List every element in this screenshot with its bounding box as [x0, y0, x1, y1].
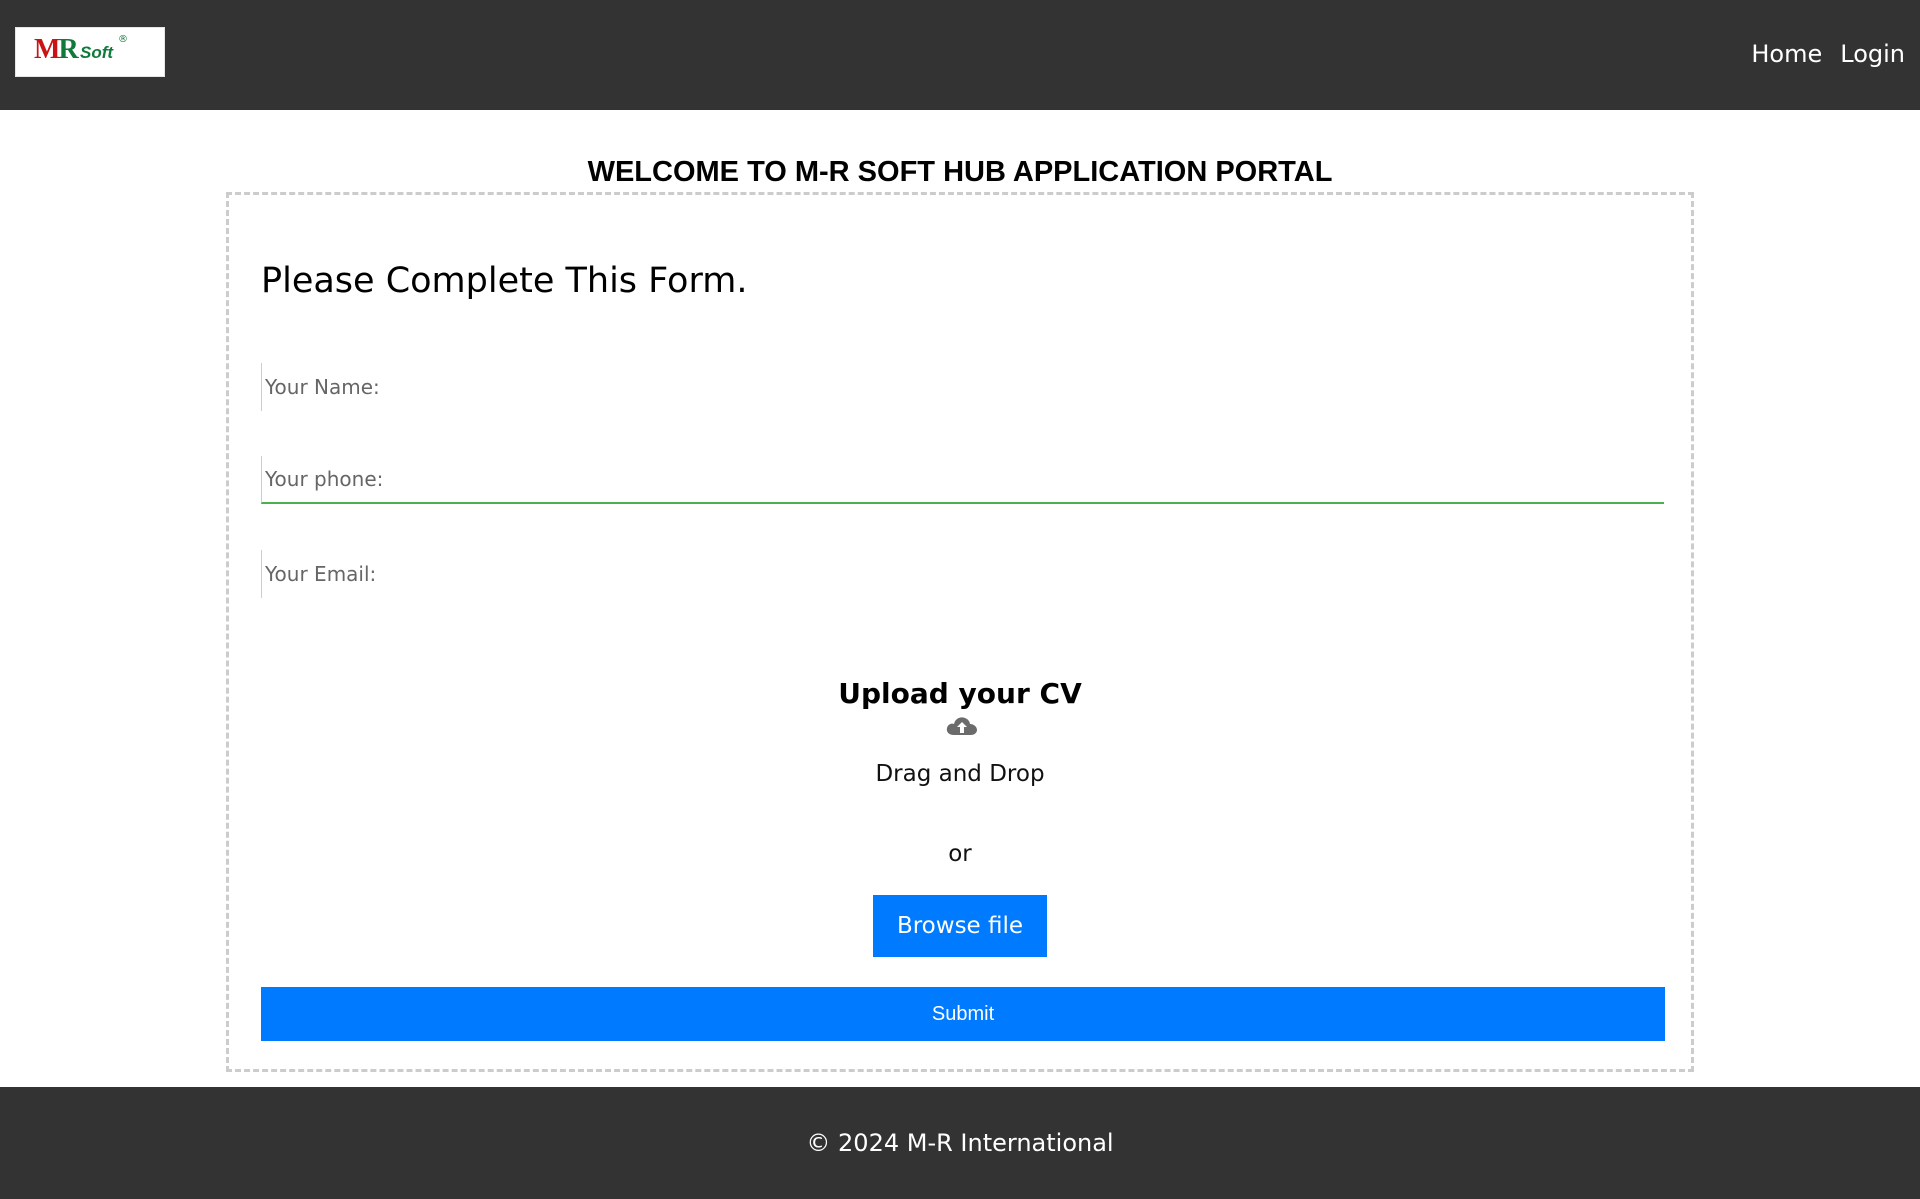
browse-file-button[interactable]: Browse file: [873, 895, 1047, 957]
footer-copyright: © 2024 M-R International: [806, 1129, 1114, 1157]
page-title: WELCOME TO M-R SOFT HUB APPLICATION PORT…: [587, 156, 1333, 188]
brand-logo[interactable]: MR Soft ®: [15, 27, 165, 77]
upload-cv-heading: Upload your CV: [838, 677, 1082, 710]
submit-button[interactable]: Submit: [261, 987, 1665, 1041]
logo-text: Soft: [80, 43, 114, 62]
email-field[interactable]: [261, 550, 1664, 598]
application-form: Please Complete This Form. Upload your C…: [226, 192, 1694, 1072]
form-title: Please Complete This Form.: [261, 261, 748, 301]
registered-mark: ®: [118, 34, 128, 45]
nav-links: Home Login: [1751, 40, 1905, 68]
logo-mark: MR: [34, 34, 79, 65]
or-separator: or: [948, 841, 972, 867]
footer: © 2024 M-R International: [0, 1087, 1920, 1199]
cloud-upload-icon: [946, 717, 977, 735]
nav-login-link[interactable]: Login: [1840, 40, 1905, 68]
name-field[interactable]: [261, 363, 1664, 411]
drag-drop-text: Drag and Drop: [875, 761, 1045, 787]
nav-home-link[interactable]: Home: [1751, 40, 1822, 68]
phone-field[interactable]: [261, 456, 1664, 504]
top-navbar: MR Soft ® Home Login: [0, 0, 1920, 110]
